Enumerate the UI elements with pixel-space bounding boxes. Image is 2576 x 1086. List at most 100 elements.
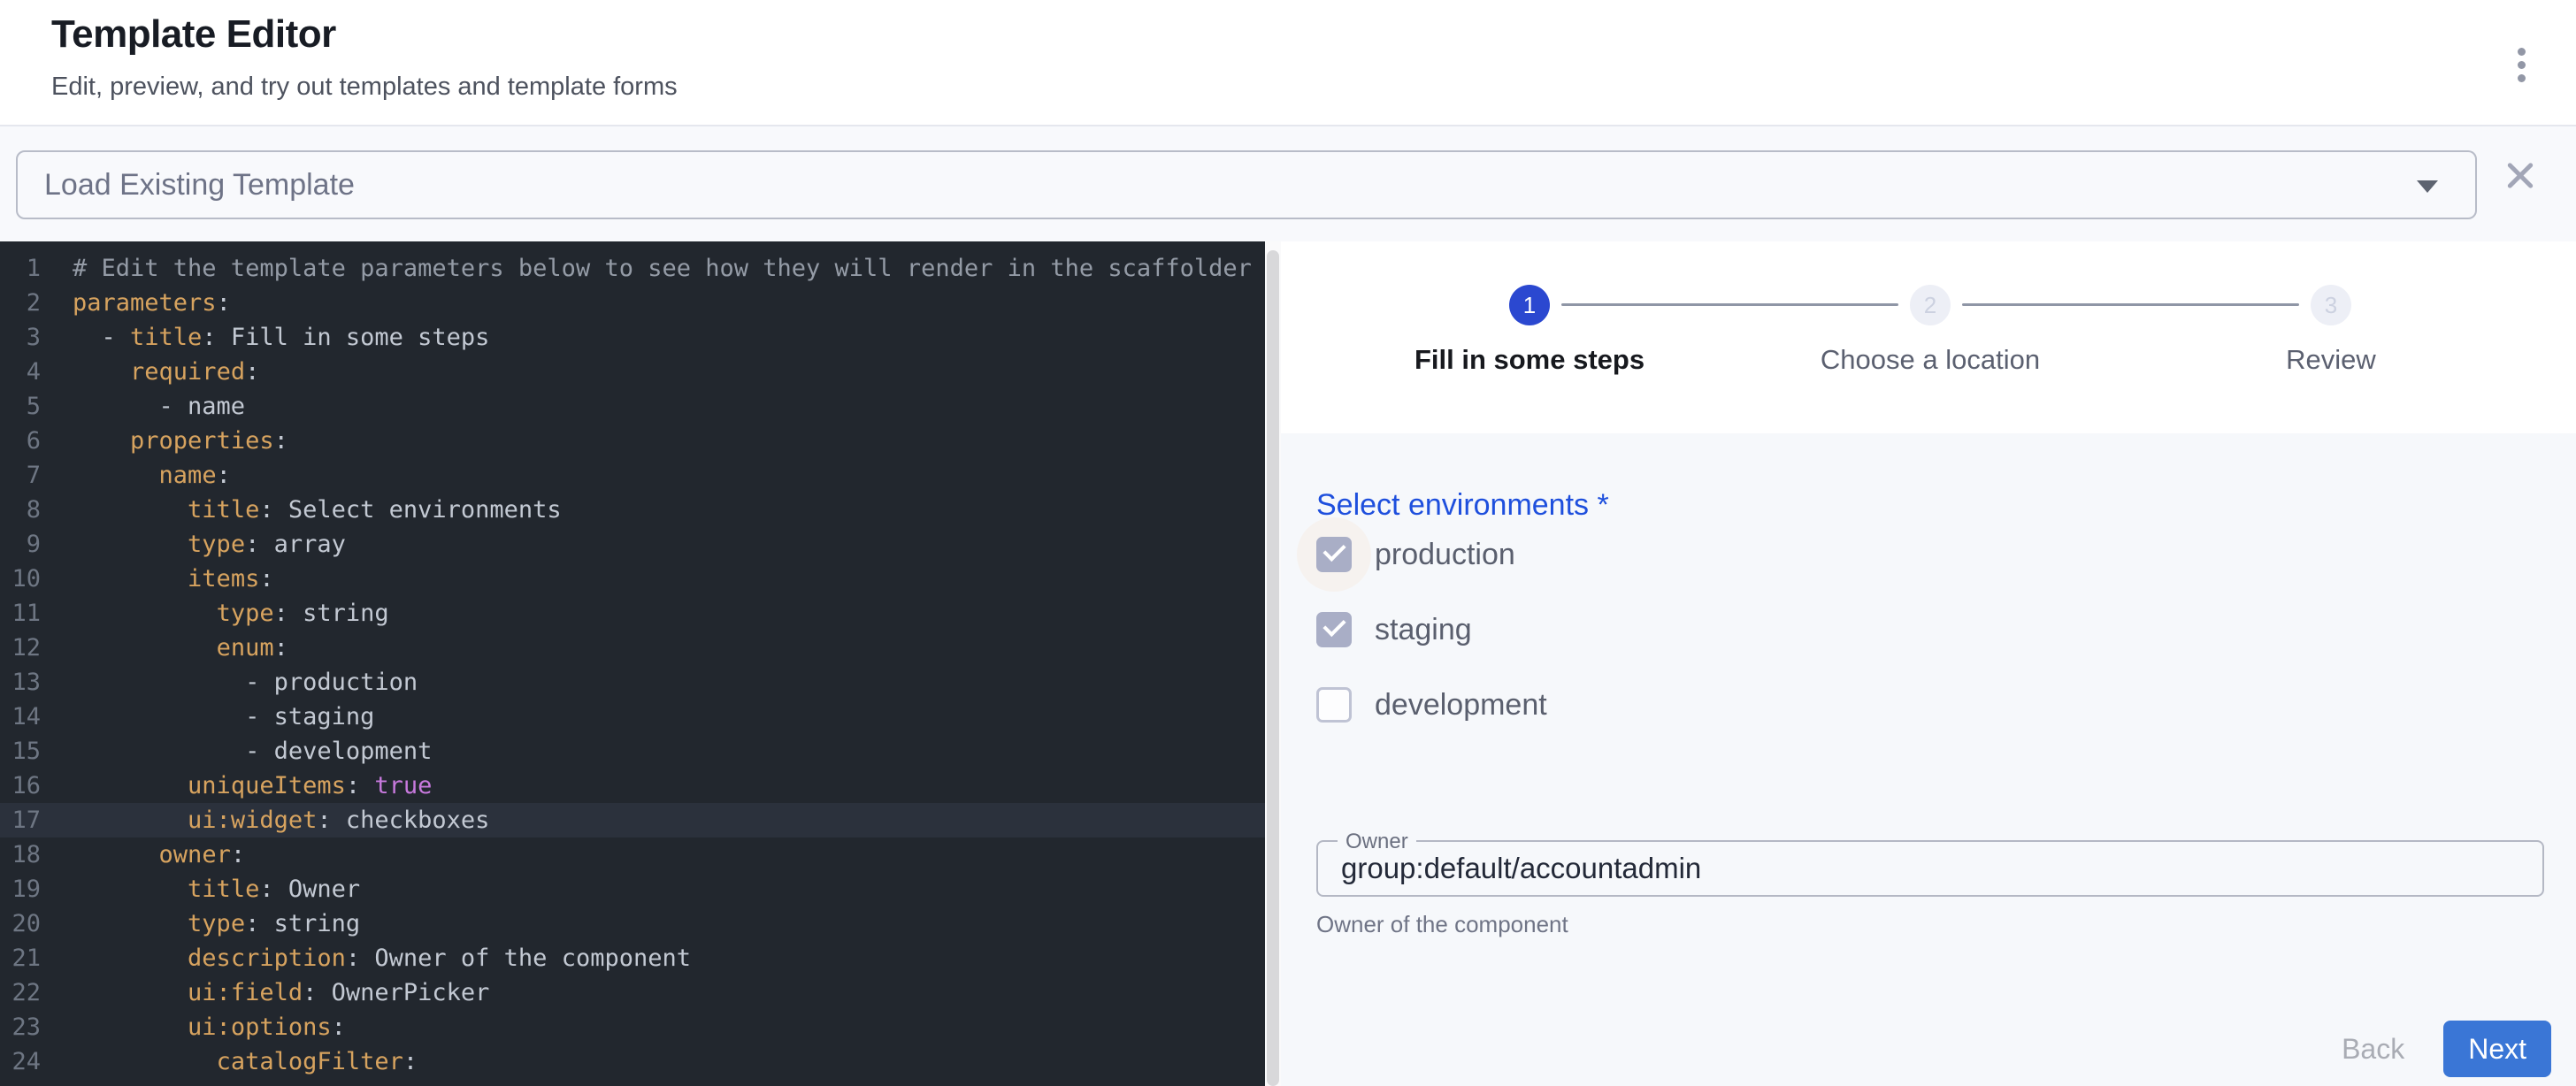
line-number: 14	[0, 700, 50, 734]
required-marker: *	[1589, 488, 1609, 522]
code-line: 21 description: Owner of the component	[0, 941, 1265, 975]
code-line: 9 type: array	[0, 527, 1265, 562]
line-number: 20	[0, 906, 50, 941]
line-number: 24	[0, 1044, 50, 1079]
code-line: 3 - title: Fill in some steps	[0, 320, 1265, 355]
kebab-menu-icon[interactable]	[2500, 37, 2542, 92]
environments-field-label: Select environments *	[1316, 488, 1609, 523]
code-line: 19 title: Owner	[0, 872, 1265, 906]
page-header: Template Editor Edit, preview, and try o…	[0, 0, 2576, 126]
code-line: 1# Edit the template parameters below to…	[0, 251, 1265, 286]
line-number: 16	[0, 769, 50, 803]
line-number: 7	[0, 458, 50, 493]
checkbox-checked-icon[interactable]	[1316, 612, 1352, 647]
select-value-label: Load Existing Template	[44, 168, 355, 203]
next-button[interactable]: Next	[2443, 1021, 2551, 1077]
line-number: 18	[0, 837, 50, 872]
line-content: description: Owner of the component	[50, 941, 691, 975]
line-number: 2	[0, 286, 50, 320]
page-subtitle: Edit, preview, and try out templates and…	[51, 73, 678, 102]
code-line: 12 enum:	[0, 631, 1265, 665]
line-number: 8	[0, 493, 50, 527]
code-line: 7 name:	[0, 458, 1265, 493]
line-number: 12	[0, 631, 50, 665]
line-content: ui:options:	[50, 1010, 346, 1044]
code-line: 8 title: Select environments	[0, 493, 1265, 527]
step-1-icon: 1	[1509, 285, 1550, 325]
checkbox-label: staging	[1375, 613, 1472, 647]
line-content: enum:	[50, 631, 288, 665]
line-content: ui:widget: checkboxes	[50, 803, 489, 837]
code-line: 14 - staging	[0, 700, 1265, 734]
panel-gap	[1265, 241, 1281, 1086]
checkbox-option-production[interactable]: production	[1316, 537, 1547, 572]
checkbox-option-development[interactable]: development	[1316, 687, 1547, 723]
page-title: Template Editor	[51, 12, 336, 57]
step-2-icon: 2	[1910, 285, 1951, 325]
line-content: required:	[50, 355, 259, 389]
code-line: 24 catalogFilter:	[0, 1044, 1265, 1079]
main-content: 1# Edit the template parameters below to…	[0, 241, 2576, 1086]
line-number: 17	[0, 803, 50, 837]
code-line: 23 ui:options:	[0, 1010, 1265, 1044]
owner-field: Owner	[1316, 840, 2544, 897]
checkbox-checked-icon[interactable]	[1316, 537, 1352, 572]
line-number: 11	[0, 596, 50, 631]
line-content: - staging	[50, 700, 374, 734]
line-content: items:	[50, 562, 274, 596]
back-button[interactable]: Back	[2342, 1033, 2404, 1066]
environments-label-text: Select environments	[1316, 488, 1589, 522]
code-line: 20 type: string	[0, 906, 1265, 941]
code-line: 16 uniqueItems: true	[0, 769, 1265, 803]
toolbar: Load Existing Template	[0, 126, 2576, 241]
step-3-icon: 3	[2311, 285, 2351, 325]
line-number: 22	[0, 975, 50, 1010]
code-line: 4 required:	[0, 355, 1265, 389]
line-content: type: array	[50, 527, 346, 562]
template-code-editor[interactable]: 1# Edit the template parameters below to…	[0, 241, 1265, 1086]
owner-helper-text: Owner of the component	[1316, 911, 1568, 938]
line-content: ui:field: OwnerPicker	[50, 975, 489, 1010]
line-number: 15	[0, 734, 50, 769]
line-content: catalogFilter:	[50, 1044, 418, 1079]
code-line: 13 - production	[0, 665, 1265, 700]
preview-panel: 1Fill in some steps2Choose a location3Re…	[1281, 241, 2576, 1086]
line-content: type: string	[50, 906, 360, 941]
owner-input[interactable]	[1318, 842, 2542, 895]
code-line: 15 - development	[0, 734, 1265, 769]
code-line: 6 properties:	[0, 424, 1265, 458]
code-line: 18 owner:	[0, 837, 1265, 872]
code-line: 17 ui:widget: checkboxes	[0, 803, 1265, 837]
line-content: - production	[50, 665, 418, 700]
line-content: title: Owner	[50, 872, 360, 906]
line-number: 21	[0, 941, 50, 975]
line-content: properties:	[50, 424, 288, 458]
step-2-label: Choose a location	[1771, 344, 2089, 376]
line-content: owner:	[50, 837, 245, 872]
line-number: 1	[0, 251, 50, 286]
chevron-down-icon	[2417, 180, 2438, 193]
line-content: - name	[50, 389, 245, 424]
line-content: - title: Fill in some steps	[50, 320, 489, 355]
line-number: 23	[0, 1010, 50, 1044]
wizard-actions: Back Next	[2342, 1021, 2551, 1077]
load-existing-template-select[interactable]: Load Existing Template	[16, 150, 2477, 219]
close-icon[interactable]	[2500, 155, 2541, 195]
line-content: name:	[50, 458, 231, 493]
line-content: uniqueItems: true	[50, 769, 432, 803]
code-line: 10 items:	[0, 562, 1265, 596]
checkbox-unchecked-icon[interactable]	[1316, 687, 1352, 723]
code-line: 22 ui:field: OwnerPicker	[0, 975, 1265, 1010]
resize-scrollbar-handle[interactable]	[1267, 250, 1279, 1086]
line-number: 6	[0, 424, 50, 458]
step-1-label: Fill in some steps	[1370, 344, 1689, 376]
code-line: 11 type: string	[0, 596, 1265, 631]
code-lines: 1# Edit the template parameters below to…	[0, 251, 1265, 1079]
line-number: 9	[0, 527, 50, 562]
line-content: title: Select environments	[50, 493, 562, 527]
step-connector	[1561, 303, 1898, 306]
environments-checkbox-group: production staging development	[1316, 537, 1547, 762]
checkbox-option-staging[interactable]: staging	[1316, 612, 1547, 647]
line-content: # Edit the template parameters below to …	[50, 251, 1265, 286]
line-number: 13	[0, 665, 50, 700]
